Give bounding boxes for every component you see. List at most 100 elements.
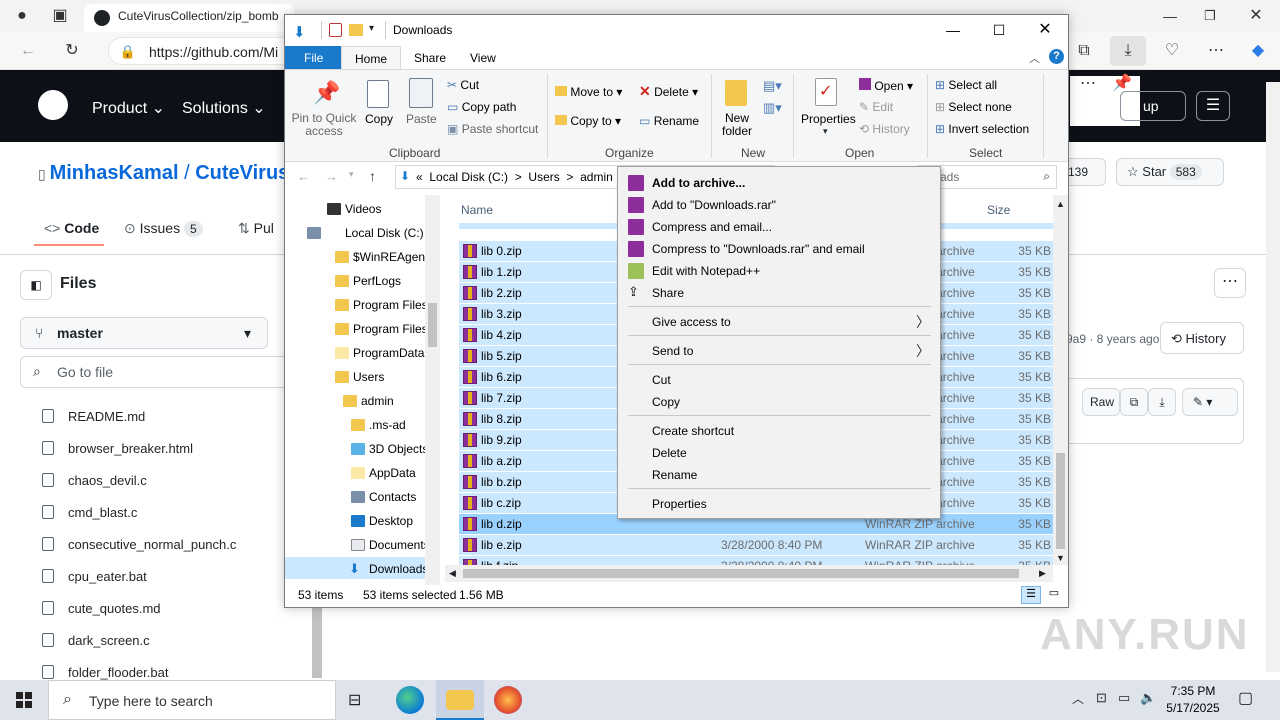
qa-dropdown-icon[interactable]: ▾: [369, 23, 374, 34]
sidebar-toggle-icon[interactable]: ◧: [20, 270, 52, 300]
menu-item-create-shortcut[interactable]: Create shortcut: [652, 424, 734, 438]
paste-button[interactable]: Paste: [406, 112, 437, 126]
nav-item-program-files-x86[interactable]: Program Files: [353, 322, 425, 336]
nav-item-programdata[interactable]: ProgramData: [353, 346, 425, 360]
new-item-icon[interactable]: ▤▾: [763, 78, 782, 94]
fork-count[interactable]: 139: [1066, 158, 1106, 186]
tab-pull-requests[interactable]: ⇅ Pul: [238, 220, 274, 237]
nav-item-downloads[interactable]: Downloads: [369, 562, 425, 576]
properties-icon[interactable]: ✓: [815, 78, 837, 106]
copy-icon[interactable]: [367, 80, 389, 108]
history-button[interactable]: ⟲ History: [1160, 322, 1244, 354]
nav-item-users[interactable]: Users: [353, 370, 384, 384]
taskbar-clock[interactable]: 7:35 PM 5/17/2025: [1160, 683, 1226, 717]
menu-item-edit-notepadpp[interactable]: Edit with Notepad++: [652, 264, 760, 278]
menu-item-give-access[interactable]: Give access to: [652, 315, 731, 329]
rename-button[interactable]: ▭ Rename: [639, 114, 699, 128]
more-dots-icon[interactable]: ⋯: [1076, 74, 1100, 94]
ribbon-collapse-icon[interactable]: ︿: [1029, 50, 1040, 66]
minimize-icon[interactable]: —: [1158, 6, 1182, 26]
github-logo-icon[interactable]: [38, 90, 68, 120]
copy-to-button[interactable]: Copy to ▾: [555, 114, 621, 128]
tab-home[interactable]: Home: [341, 46, 402, 69]
volume-icon[interactable]: 🔈: [1140, 690, 1156, 706]
file-link[interactable]: consecutive_normal_punch.c: [68, 537, 236, 552]
breadcrumb-users[interactable]: Users: [528, 170, 559, 184]
select-all-button[interactable]: ⊞ Select all: [935, 78, 997, 92]
nav-item-desktop[interactable]: Desktop: [369, 514, 425, 528]
back-icon[interactable]: ←: [16, 41, 40, 61]
select-none-button[interactable]: ⊞ Select none: [935, 100, 1012, 114]
nav-solutions[interactable]: Solutions ⌄: [182, 98, 266, 118]
copilot-icon[interactable]: ◆: [1246, 41, 1270, 61]
restore-icon[interactable]: ❐: [1198, 6, 1222, 26]
taskbar-search-input[interactable]: ⌕ Type here to search: [48, 680, 336, 720]
copy-raw-icon[interactable]: ⧉: [1120, 388, 1148, 416]
file-link[interactable]: README.md: [68, 409, 145, 424]
menu-item-rename[interactable]: Rename: [652, 468, 697, 482]
maximize-icon[interactable]: ☐: [976, 15, 1022, 45]
menu-item-add-to-archive[interactable]: Add to archive...: [652, 176, 745, 190]
tab-file[interactable]: File: [285, 46, 341, 69]
nav-product[interactable]: Product ⌄: [92, 98, 165, 118]
column-size[interactable]: Size: [987, 203, 1010, 217]
file-link[interactable]: chaos_devil.c: [68, 473, 147, 488]
raw-button[interactable]: Raw: [1082, 388, 1120, 416]
menu-item-compress-to-rar-email[interactable]: Compress to "Downloads.rar" and email: [652, 242, 865, 256]
file-link[interactable]: cute_quotes.md: [68, 601, 161, 616]
sidebar-scrollbar[interactable]: [312, 604, 322, 678]
tab-share[interactable]: Share: [401, 46, 459, 69]
pin-icon[interactable]: 📌: [313, 80, 340, 106]
forward-icon[interactable]: →: [325, 169, 338, 184]
tab-actions-icon[interactable]: ▣: [48, 6, 72, 26]
open-button[interactable]: Open ▾: [859, 78, 913, 93]
file-link[interactable]: folder_flooder.bat: [68, 665, 168, 680]
breadcrumb-admin[interactable]: admin: [580, 170, 613, 184]
edge-taskbar-icon[interactable]: [396, 686, 424, 714]
properties-qa-icon[interactable]: [329, 23, 342, 37]
up-icon[interactable]: ↑: [369, 168, 376, 184]
branch-selector[interactable]: ⑂ master ▾: [20, 317, 268, 349]
properties-button[interactable]: Properties: [801, 112, 856, 126]
file-link[interactable]: cmd_blast.c: [68, 505, 137, 520]
more-icon[interactable]: ⋯: [1204, 41, 1228, 61]
lock-icon[interactable]: 🔒: [116, 42, 140, 62]
more-options-icon[interactable]: ⋯: [1214, 268, 1246, 298]
tab-view[interactable]: View: [457, 46, 509, 69]
download-raw-icon[interactable]: ⤓: [1148, 388, 1176, 416]
large-icons-view-icon[interactable]: ▭: [1045, 586, 1063, 604]
collections-icon[interactable]: ⧉: [1072, 41, 1096, 61]
breadcrumb-local-disk[interactable]: Local Disk (C:): [429, 170, 508, 184]
firefox-taskbar-icon[interactable]: [494, 686, 522, 714]
refresh-icon[interactable]: ↻: [60, 41, 84, 61]
tab-code[interactable]: <> Code: [44, 220, 99, 236]
list-item[interactable]: lib e.zip 3/28/2000 8:40 PM WinRAR ZIP arc…: [459, 535, 1053, 555]
browser-essentials-icon[interactable]: ♡: [1160, 41, 1184, 61]
new-folder-qa-icon[interactable]: [349, 24, 363, 36]
notifications-icon[interactable]: ▢: [1238, 688, 1253, 708]
nav-item-contacts[interactable]: Contacts: [369, 490, 425, 504]
menu-item-send-to[interactable]: Send to: [652, 344, 693, 358]
nav-item-ms-ad[interactable]: .ms-ad: [369, 418, 425, 432]
horizontal-scrollbar-thumb[interactable]: [463, 569, 1019, 578]
close-icon[interactable]: ✕: [1022, 15, 1068, 45]
scroll-right-icon[interactable]: ▶: [1039, 568, 1046, 579]
close-icon[interactable]: ✕: [1244, 6, 1268, 26]
move-to-button[interactable]: Move to ▾: [555, 85, 622, 99]
easy-access-icon[interactable]: ▥▾: [763, 100, 782, 116]
profile-icon[interactable]: ●: [10, 6, 34, 26]
new-folder-icon[interactable]: [725, 80, 747, 106]
menu-item-properties[interactable]: Properties: [652, 497, 707, 511]
nav-item-videos[interactable]: Videos: [345, 202, 381, 216]
repo-title[interactable]: ▯ MinhasKamal / CuteVirus: [38, 162, 289, 185]
settings-sliders-icon[interactable]: ☰: [1196, 91, 1230, 121]
nav-scrollbar[interactable]: [425, 195, 440, 585]
scroll-left-icon[interactable]: ◀: [449, 568, 456, 579]
menu-item-add-to-rar[interactable]: Add to "Downloads.rar": [652, 198, 776, 212]
paste-shortcut-button[interactable]: ▣ Paste shortcut: [447, 122, 538, 136]
nav-item-3d-objects[interactable]: 3D Objects: [369, 442, 425, 456]
menu-item-cut[interactable]: Cut: [652, 373, 671, 387]
file-link[interactable]: cpu_eater.bat: [68, 569, 147, 584]
network-status-icon[interactable]: ⊡: [1096, 690, 1107, 706]
back-icon[interactable]: ←: [297, 169, 310, 184]
